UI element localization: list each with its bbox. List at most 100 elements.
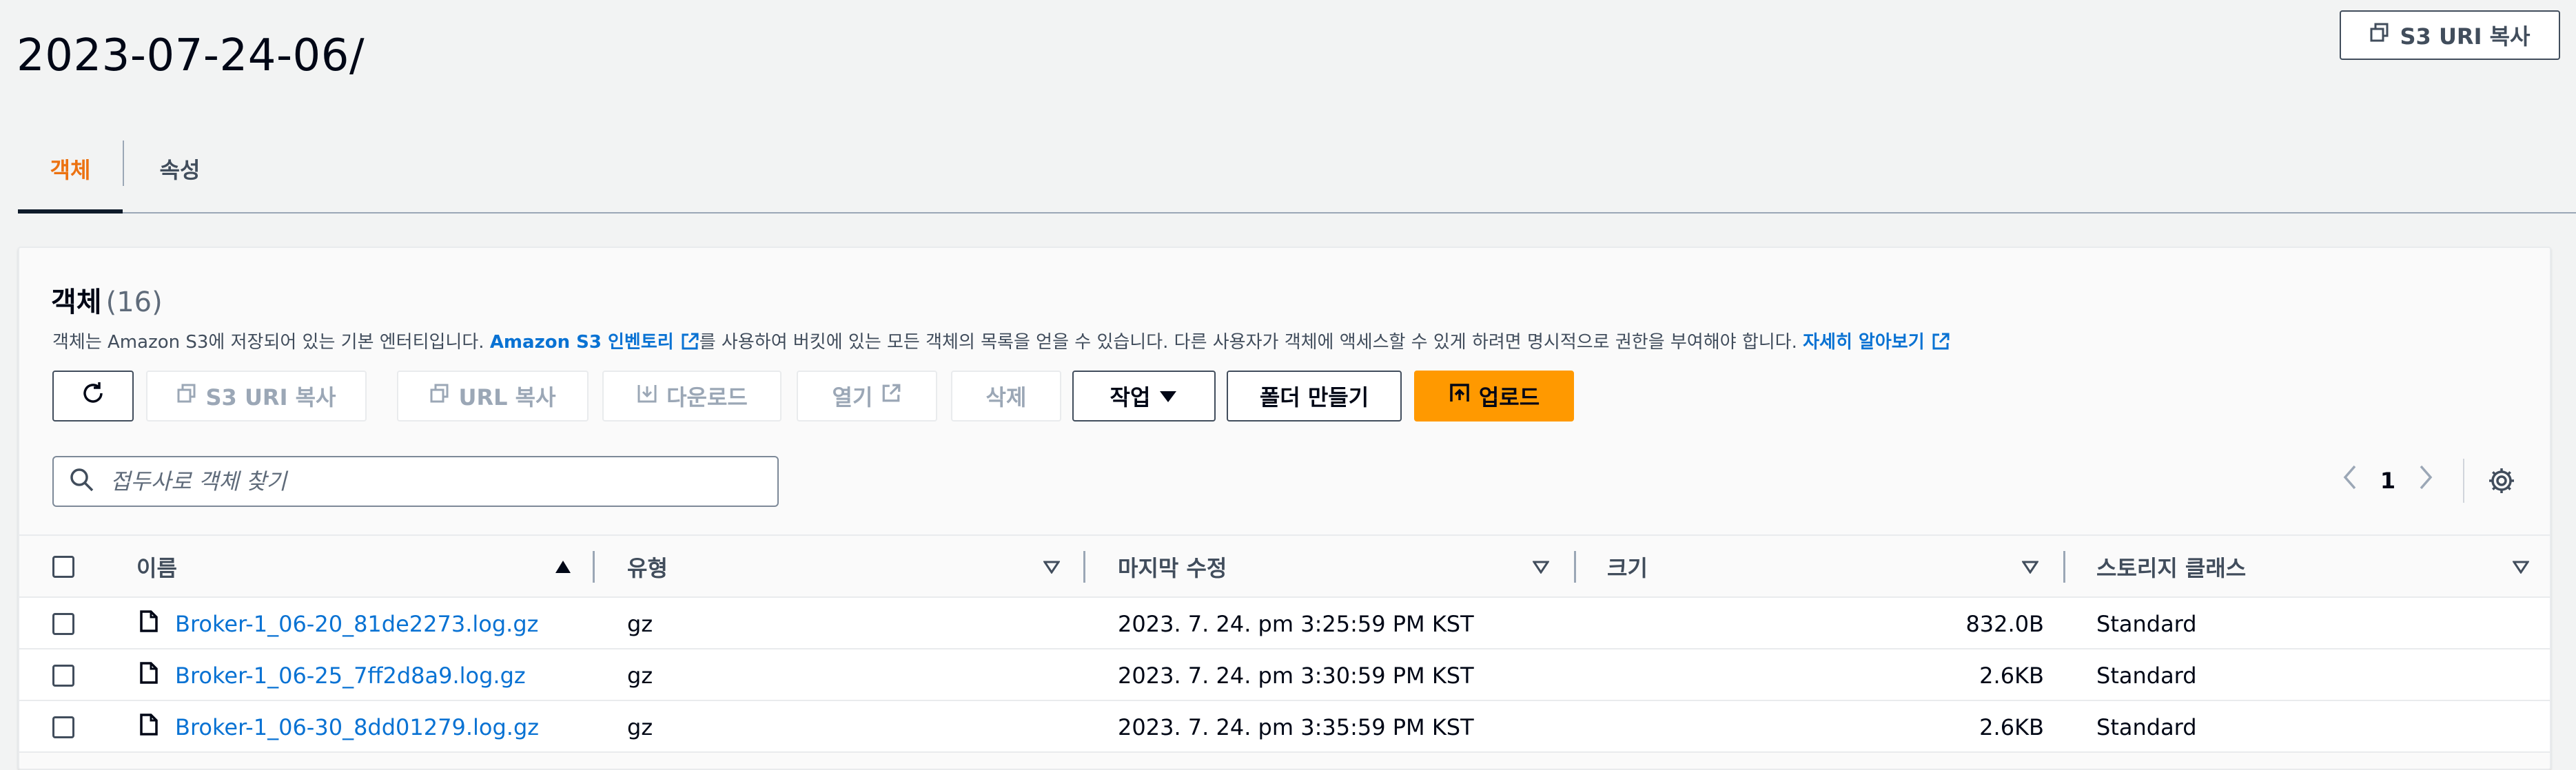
- table-row: Broker-1_06-30_8dd01279.log.gz gz 2023. …: [19, 701, 2550, 753]
- upload-icon: [1449, 382, 1471, 410]
- upload-button[interactable]: 업로드: [1414, 371, 1574, 422]
- column-header-last-modified[interactable]: 마지막 수정: [1118, 536, 1227, 598]
- tab-properties[interactable]: 속성: [142, 136, 218, 214]
- current-page[interactable]: 1: [2371, 468, 2405, 494]
- page-title: 2023-07-24-06/: [17, 30, 365, 81]
- file-icon: [139, 713, 159, 742]
- objects-count: (16): [105, 287, 163, 318]
- open-button[interactable]: 열기: [797, 371, 937, 422]
- column-separator[interactable]: [593, 551, 595, 583]
- last-modified-cell: 2023. 7. 24. pm 3:25:59 PM KST: [1118, 610, 1474, 637]
- inventory-link[interactable]: Amazon S3 인벤토리: [490, 332, 699, 353]
- select-all-checkbox-cell: [52, 536, 74, 598]
- size-cell: 832.0B: [1965, 610, 2044, 637]
- table-row: Broker-1_06-20_81de2273.log.gz gz 2023. …: [19, 598, 2550, 649]
- column-header-storage-class[interactable]: 스토리지 클래스: [2096, 536, 2246, 598]
- last-modified-cell: 2023. 7. 24. pm 3:30:59 PM KST: [1118, 662, 1474, 689]
- row-checkbox[interactable]: [52, 664, 74, 687]
- sort-icon[interactable]: [2513, 536, 2529, 598]
- objects-panel-title: 객체 (16): [51, 280, 163, 320]
- column-separator[interactable]: [1574, 551, 1576, 583]
- tab-divider: [123, 141, 124, 186]
- delete-button[interactable]: 삭제: [951, 371, 1061, 422]
- download-button[interactable]: 다운로드: [602, 371, 781, 422]
- sort-icon[interactable]: [1043, 536, 1060, 598]
- storage-class-cell: Standard: [2096, 714, 2197, 740]
- actions-dropdown[interactable]: 작업: [1072, 371, 1216, 422]
- copy-s3-uri-toolbar-button[interactable]: S3 URI 복사: [146, 371, 367, 422]
- file-icon: [139, 610, 159, 638]
- learn-more-link[interactable]: 자세히 알아보기: [1803, 332, 1950, 353]
- name-cell: Broker-1_06-20_81de2273.log.gz: [139, 598, 538, 649]
- object-name-link[interactable]: Broker-1_06-30_8dd01279.log.gz: [175, 714, 539, 740]
- search-icon: [69, 467, 95, 496]
- tab-bar: 객체 속성: [18, 136, 2576, 214]
- prev-page-icon[interactable]: [2329, 464, 2371, 498]
- gear-icon: [2487, 466, 2516, 498]
- table-header-row: 이름 유형 마지막 수정 크기 스토리지 클래스: [19, 534, 2550, 598]
- table-row: Broker-1_06-25_7ff2d8a9.log.gz gz 2023. …: [19, 649, 2550, 701]
- pagination-divider: [2463, 459, 2464, 503]
- copy-s3-uri-button[interactable]: S3 URI 복사: [2340, 10, 2560, 60]
- row-checkbox[interactable]: [52, 716, 74, 738]
- file-icon: [139, 661, 159, 690]
- caret-down-icon: [1158, 383, 1178, 409]
- row-checkbox[interactable]: [52, 612, 74, 635]
- refresh-icon: [79, 379, 107, 413]
- object-name-link[interactable]: Broker-1_06-25_7ff2d8a9.log.gz: [175, 663, 526, 689]
- tab-objects[interactable]: 객체: [18, 136, 123, 214]
- row-checkbox-cell: [52, 598, 74, 649]
- storage-class-cell: Standard: [2096, 610, 2197, 637]
- search-input[interactable]: [109, 468, 729, 495]
- copy-url-label: URL 복사: [458, 384, 556, 410]
- copy-icon: [429, 383, 450, 409]
- sort-icon[interactable]: [1533, 536, 1549, 598]
- actions-label: 작업: [1110, 384, 1151, 410]
- external-link-icon: [680, 332, 699, 353]
- objects-table: 이름 유형 마지막 수정 크기 스토리지 클래스 Broker-1_06-20_…: [19, 534, 2550, 753]
- objects-description: 객체는 Amazon S3에 저장되어 있는 기본 엔터티입니다. Amazon…: [52, 328, 1950, 353]
- next-page-icon[interactable]: [2405, 464, 2446, 498]
- refresh-button[interactable]: [52, 371, 134, 422]
- copy-url-button[interactable]: URL 복사: [397, 371, 589, 422]
- name-cell: Broker-1_06-30_8dd01279.log.gz: [139, 701, 539, 753]
- type-cell: gz: [627, 610, 653, 637]
- objects-panel: 객체 (16) 객체는 Amazon S3에 저장되어 있는 기본 엔터티입니다.…: [18, 247, 2551, 770]
- download-label: 다운로드: [666, 384, 748, 410]
- column-header-type[interactable]: 유형: [627, 536, 668, 598]
- column-separator[interactable]: [2063, 551, 2065, 583]
- learn-more-label: 자세히 알아보기: [1803, 332, 1925, 353]
- sort-icon[interactable]: [2022, 536, 2038, 598]
- create-folder-button[interactable]: 폴더 만들기: [1227, 371, 1402, 422]
- external-link-icon: [1931, 332, 1950, 353]
- sort-ascending-icon[interactable]: [554, 536, 572, 598]
- copy-s3-uri-toolbar-label: S3 URI 복사: [205, 384, 336, 410]
- row-checkbox-cell: [52, 701, 74, 753]
- create-folder-label: 폴더 만들기: [1259, 384, 1369, 410]
- upload-label: 업로드: [1478, 384, 1540, 410]
- external-link-icon: [881, 383, 901, 409]
- column-separator[interactable]: [1083, 551, 1085, 583]
- objects-title-text: 객체: [51, 287, 102, 318]
- pagination: 1: [2329, 459, 2446, 503]
- type-cell: gz: [627, 662, 653, 689]
- copy-icon: [2369, 22, 2390, 48]
- download-icon: [636, 382, 658, 410]
- type-cell: gz: [627, 714, 653, 740]
- open-label: 열기: [832, 384, 873, 410]
- row-checkbox-cell: [52, 649, 74, 701]
- copy-icon: [176, 383, 197, 409]
- delete-label: 삭제: [985, 384, 1027, 410]
- desc-text-2: 를 사용하여 버킷에 있는 모든 객체의 목록을 얻을 수 있습니다. 다른 사…: [699, 332, 1803, 353]
- column-header-size[interactable]: 크기: [1607, 536, 1648, 598]
- table-settings-button[interactable]: [2481, 461, 2522, 503]
- select-all-checkbox[interactable]: [52, 556, 74, 578]
- size-cell: 2.6KB: [1979, 662, 2044, 689]
- search-field[interactable]: [52, 456, 779, 507]
- last-modified-cell: 2023. 7. 24. pm 3:35:59 PM KST: [1118, 714, 1474, 740]
- size-cell: 2.6KB: [1979, 714, 2044, 740]
- desc-text-1: 객체는 Amazon S3에 저장되어 있는 기본 엔터티입니다.: [52, 332, 490, 353]
- object-name-link[interactable]: Broker-1_06-20_81de2273.log.gz: [175, 611, 538, 637]
- name-cell: Broker-1_06-25_7ff2d8a9.log.gz: [139, 649, 526, 701]
- column-header-name[interactable]: 이름: [136, 536, 177, 598]
